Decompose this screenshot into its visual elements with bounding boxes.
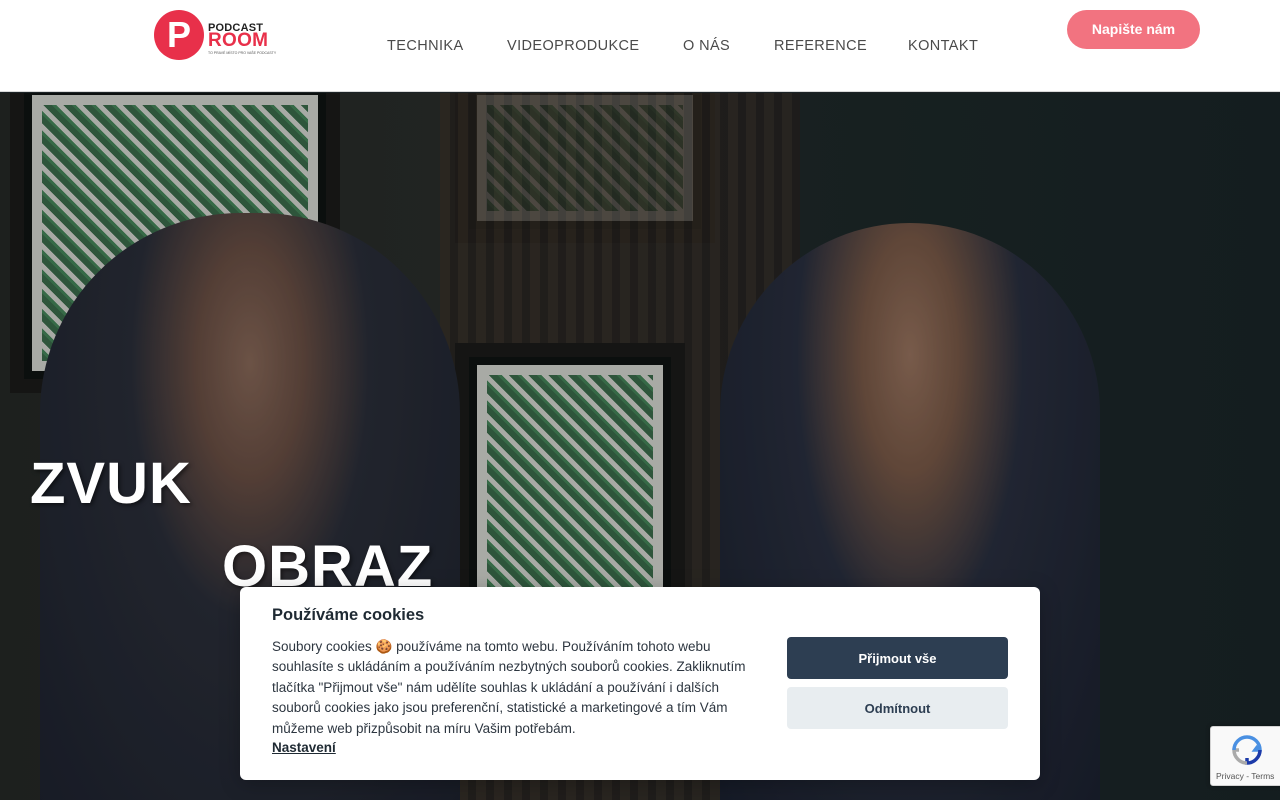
cookie-title: Používáme cookies <box>272 606 425 624</box>
cookie-settings-link[interactable]: Nastavení <box>272 740 336 755</box>
logo-line2: ROOM <box>208 30 269 51</box>
logo-tagline: TO PRAVÉ MÍSTO PRO VAŠE PODCASTY <box>208 51 277 55</box>
cookie-consent-dialog: Používáme cookies Soubory cookies 🍪 použ… <box>240 587 1040 780</box>
logo-letter: P <box>166 14 191 55</box>
hero-word-zvuk: ZVUK <box>30 451 192 516</box>
recaptcha-icon <box>1232 735 1262 765</box>
logo-badge: P <box>154 10 204 60</box>
podcast-room-logo[interactable]: P PODCAST ROOM TO PRAVÉ MÍSTO PRO VAŠE P… <box>154 10 277 62</box>
recaptcha-badge[interactable]: Privacy - Terms <box>1210 726 1280 786</box>
recaptcha-text: Privacy - Terms <box>1216 771 1275 781</box>
decline-button[interactable]: Odmítnout <box>787 687 1008 729</box>
nav-item-reference[interactable]: REFERENCE <box>774 38 867 54</box>
accept-all-button[interactable]: Přijmout vše <box>787 637 1008 679</box>
nav-item-technika[interactable]: TECHNIKA <box>387 38 464 54</box>
cookie-text: Soubory cookies 🍪 používáme na tomto web… <box>272 639 746 736</box>
contact-us-button[interactable]: Napište nám <box>1067 10 1200 49</box>
nav-item-o-nas[interactable]: O NÁS <box>683 38 730 54</box>
nav-item-videoprodukce[interactable]: VIDEOPRODUKCE <box>507 38 640 54</box>
nav-item-kontakt[interactable]: KONTAKT <box>908 38 978 54</box>
site-header: P PODCAST ROOM TO PRAVÉ MÍSTO PRO VAŠE P… <box>0 0 1280 92</box>
